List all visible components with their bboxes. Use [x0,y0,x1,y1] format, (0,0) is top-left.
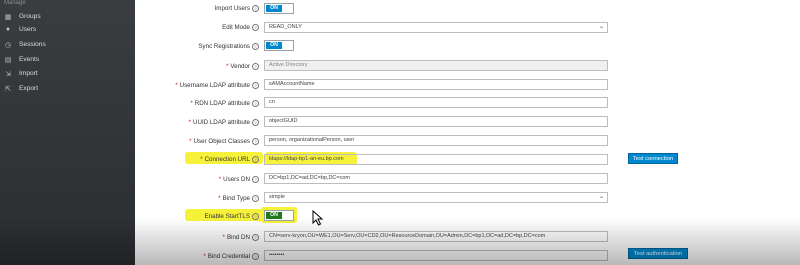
sidebar-section-label: Manage [4,0,26,6]
sidebar-item-export[interactable]: ⇱ Export [0,82,135,95]
vendor-label: * Vendor? [226,63,259,70]
help-icon[interactable]: ? [252,100,259,107]
toggle-on-label: ON [266,212,282,219]
required-marker: * [203,253,206,261]
rdn-ldap-attribute-label: * RDN LDAP attribute? [190,100,259,107]
user-object-classes-input[interactable]: person, organizationalPerson, user [264,135,608,146]
events-icon: ▤ [4,56,12,64]
help-icon[interactable]: ? [252,234,259,241]
sidebar-item-label: Groups [19,13,41,20]
sidebar-item-import[interactable]: ⇲ Import [0,67,135,80]
help-icon[interactable]: ? [252,195,259,202]
chevron-down-icon: ⌄ [598,24,604,30]
bind-type-select[interactable]: simple ⌄ [264,192,608,203]
help-icon[interactable]: ? [252,176,259,183]
sidebar-item-label: Import [19,70,38,77]
sync-registrations-label: Sync Registrations? [198,43,259,50]
ldap-settings-form [135,0,800,265]
help-icon[interactable]: ? [252,24,259,31]
user-object-classes-label: * User Object Classes? [189,138,259,145]
required-marker: * [188,119,192,127]
bind-dn-label: * Bind DN? [223,234,259,241]
required-marker: * [190,100,193,108]
sidebar-item-label: Users [19,26,37,33]
export-icon: ⇱ [5,85,11,93]
username-ldap-attribute-input[interactable]: sAMAccountName [264,79,608,90]
mouse-cursor-icon [312,210,324,226]
users-dn-label: * Users DN? [219,176,259,183]
sidebar-item-label: Sessions [19,41,46,48]
sidebar-item-events[interactable]: ▤ Events [0,53,135,66]
help-icon[interactable]: ? [252,138,259,145]
edit-mode-label: Edit Mode? [222,24,259,31]
rdn-ldap-attribute-input[interactable]: cn [264,97,608,108]
test-authentication-button[interactable]: Test authentication [628,248,688,259]
required-marker: * [218,176,222,184]
bind-type-label: * Bind Type? [218,195,259,202]
required-marker: * [200,156,203,164]
sessions-icon: ◷ [4,41,12,49]
uuid-ldap-attribute-label: * UUID LDAP attribute? [189,119,259,126]
import-users-label: Import Users? [215,5,259,12]
required-marker: * [189,138,192,146]
vendor-field: Active Directory [264,60,608,71]
uuid-ldap-attribute-input[interactable]: objectGUID [264,116,608,127]
enable-starttls-label: Enable StartTLS? [205,213,259,220]
toggle-on-label: ON [266,5,282,12]
groups-icon: ▦ [4,13,12,21]
help-icon[interactable]: ? [252,82,259,89]
help-icon[interactable]: ? [252,43,259,50]
help-icon[interactable]: ? [252,63,259,70]
help-icon[interactable]: ? [252,213,259,220]
help-icon[interactable]: ? [252,5,259,12]
username-ldap-attribute-label: * Username LDAP attribute? [175,82,259,89]
bind-dn-input[interactable]: CN=serv-kryon,OU=WE1,OU=Serv,OU=CD2,OU=R… [264,231,608,242]
bind-credential-input[interactable]: •••••••• [264,250,608,261]
toggle-on-label: ON [266,42,282,49]
sync-registrations-toggle[interactable]: ON [264,40,294,51]
bind-credential-label: * Bind Credential? [203,253,259,260]
import-users-toggle[interactable]: ON [264,3,294,14]
chevron-down-icon: ⌄ [598,194,604,200]
required-marker: * [175,82,178,90]
help-icon[interactable]: ? [252,156,259,163]
users-dn-input[interactable]: DC=bp1,DC=ad,DC=bp,DC=com [264,173,608,184]
enable-starttls-toggle[interactable]: ON [264,210,294,221]
sidebar-item-label: Events [19,56,40,63]
connection-url-input[interactable]: ldaps://ldap-bp1-an-eu.bp.com [264,154,608,165]
sidebar-item-label: Export [19,85,39,92]
required-marker: * [218,195,221,203]
help-icon[interactable]: ? [252,119,259,126]
connection-url-label: * Connection URL? [200,156,259,163]
sidebar: Manage ▦ Groups ● Users ◷ Sessions ▤ Eve… [0,0,135,265]
help-icon[interactable]: ? [252,253,259,260]
sidebar-item-groups[interactable]: ▦ Groups [0,10,135,23]
sidebar-item-users[interactable]: ● Users [0,23,135,36]
test-connection-button[interactable]: Test connection [628,153,678,164]
required-marker: * [222,234,225,242]
sidebar-item-sessions[interactable]: ◷ Sessions [0,38,135,51]
users-icon: ● [5,26,11,33]
import-icon: ⇲ [5,70,11,78]
edit-mode-select[interactable]: READ_ONLY ⌄ [264,22,608,33]
required-marker: * [225,63,229,71]
